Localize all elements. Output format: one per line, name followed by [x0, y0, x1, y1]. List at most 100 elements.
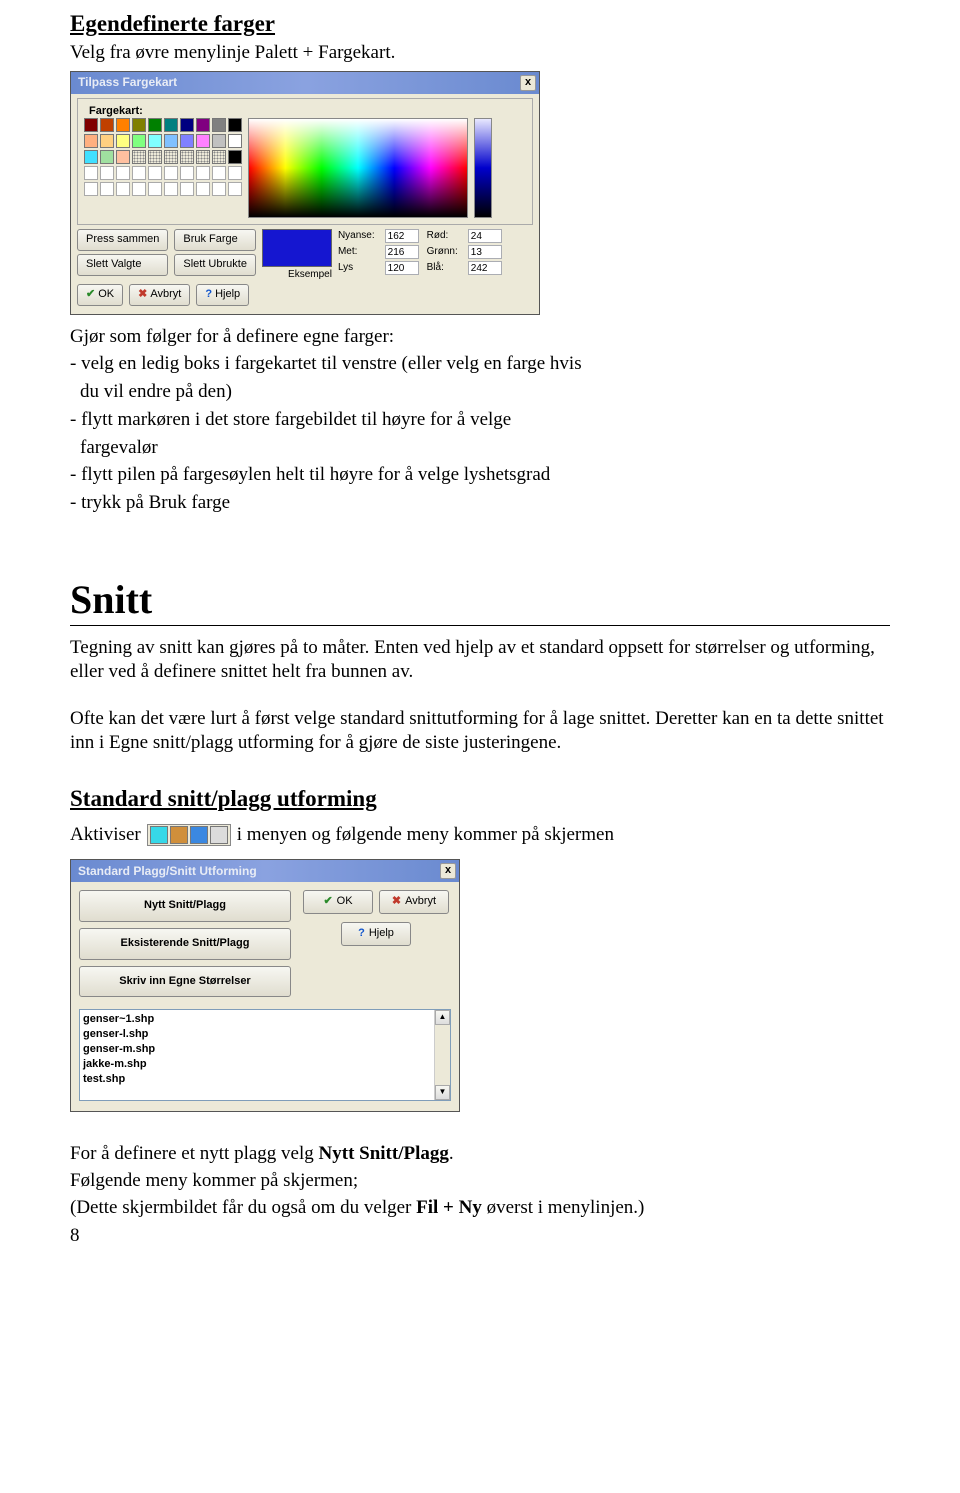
swatch[interactable]	[180, 150, 194, 164]
red-field[interactable]	[468, 229, 502, 243]
trailing-bold: Fil + Ny	[416, 1197, 482, 1218]
scrollbar[interactable]: ▲ ▼	[434, 1010, 450, 1100]
toolbar-icon-group[interactable]	[147, 824, 231, 846]
swatch[interactable]	[212, 150, 226, 164]
swatch[interactable]	[228, 134, 242, 148]
swatch-empty[interactable]	[132, 182, 146, 196]
help-label: Hjelp	[369, 927, 394, 941]
swatch-empty[interactable]	[212, 182, 226, 196]
swatch-empty[interactable]	[180, 166, 194, 180]
shp-file-list[interactable]: genser~1.shp genser-l.shp genser-m.shp j…	[79, 1009, 451, 1101]
sat-field[interactable]	[385, 245, 419, 259]
scroll-up-icon[interactable]: ▲	[435, 1010, 450, 1025]
cancel-icon: ✖	[138, 288, 147, 302]
lum-label: Lys	[338, 262, 375, 275]
swatch[interactable]	[180, 118, 194, 132]
shirt-icon[interactable]	[150, 826, 168, 844]
list-item[interactable]: test.shp	[83, 1072, 431, 1087]
swatch[interactable]	[164, 134, 178, 148]
delete-selected-button[interactable]: Slett Valgte	[77, 254, 168, 276]
help-button[interactable]: ? Hjelp	[196, 284, 249, 306]
swatch[interactable]	[228, 150, 242, 164]
help-button[interactable]: ? Hjelp	[341, 922, 411, 946]
swatch[interactable]	[100, 150, 114, 164]
hue-field[interactable]	[385, 229, 419, 243]
blue-field[interactable]	[468, 261, 502, 275]
new-snitt-button[interactable]: Nytt Snitt/Plagg	[79, 890, 291, 922]
list-item[interactable]: genser-m.shp	[83, 1042, 431, 1057]
swatch-empty[interactable]	[212, 166, 226, 180]
swatch[interactable]	[84, 118, 98, 132]
hue-label: Nyanse:	[338, 230, 375, 243]
luminance-slider[interactable]	[474, 118, 492, 218]
list-item[interactable]: genser~1.shp	[83, 1012, 431, 1027]
swatch-empty[interactable]	[116, 182, 130, 196]
color-swatch-grid[interactable]	[84, 118, 242, 218]
swatch[interactable]	[180, 134, 194, 148]
close-icon[interactable]: x	[440, 863, 456, 879]
swatch-empty[interactable]	[196, 182, 210, 196]
swatch[interactable]	[84, 134, 98, 148]
trailing-line-1: For å definere et nytt plagg velg Nytt S…	[70, 1142, 890, 1166]
snitt-dialog-titlebar[interactable]: Standard Plagg/Snitt Utforming x	[71, 860, 459, 882]
list-item[interactable]: jakke-m.shp	[83, 1057, 431, 1072]
trailing-bold: Nytt Snitt/Plagg	[319, 1143, 449, 1164]
use-color-button[interactable]: Bruk Farge	[174, 229, 256, 251]
swatch-empty[interactable]	[100, 166, 114, 180]
swatch[interactable]	[116, 118, 130, 132]
instructions: Gjør som følger for å definere egne farg…	[70, 325, 890, 515]
press-together-button[interactable]: Press sammen	[77, 229, 168, 251]
swatch-empty[interactable]	[132, 166, 146, 180]
swatch[interactable]	[196, 134, 210, 148]
trailing-text: For å definere et nytt plagg velg	[70, 1143, 319, 1164]
color-spectrum[interactable]	[248, 118, 468, 218]
swatch[interactable]	[100, 134, 114, 148]
swatch[interactable]	[116, 150, 130, 164]
swatch[interactable]	[164, 150, 178, 164]
swatch-empty[interactable]	[84, 182, 98, 196]
swatch[interactable]	[84, 150, 98, 164]
swatch-empty[interactable]	[228, 182, 242, 196]
own-sizes-button[interactable]: Skriv inn Egne Størrelser	[79, 966, 291, 998]
cancel-button[interactable]: ✖ Avbryt	[379, 890, 449, 914]
swatch[interactable]	[148, 150, 162, 164]
swatch-empty[interactable]	[148, 166, 162, 180]
swatch[interactable]	[132, 134, 146, 148]
swatch-empty[interactable]	[196, 166, 210, 180]
cancel-button[interactable]: ✖ Avbryt	[129, 284, 190, 306]
swatch-empty[interactable]	[100, 182, 114, 196]
swatch[interactable]	[196, 150, 210, 164]
swatch[interactable]	[228, 118, 242, 132]
swatch[interactable]	[148, 118, 162, 132]
swatch-empty[interactable]	[180, 182, 194, 196]
swatch[interactable]	[100, 118, 114, 132]
swatch-empty[interactable]	[148, 182, 162, 196]
close-icon[interactable]: x	[520, 75, 536, 91]
color-dialog-titlebar[interactable]: Tilpass Fargekart x	[71, 72, 539, 94]
swatch[interactable]	[212, 118, 226, 132]
lum-field[interactable]	[385, 261, 419, 275]
ok-button[interactable]: ✔ OK	[77, 284, 123, 306]
green-field[interactable]	[468, 245, 502, 259]
swatch[interactable]	[196, 118, 210, 132]
instruction-line: - trykk på Bruk farge	[70, 491, 890, 515]
swatch[interactable]	[164, 118, 178, 132]
list-item[interactable]: genser-l.shp	[83, 1027, 431, 1042]
swatch-empty[interactable]	[164, 166, 178, 180]
scroll-down-icon[interactable]: ▼	[435, 1085, 450, 1100]
reload-icon[interactable]	[210, 826, 228, 844]
skirt-icon[interactable]	[190, 826, 208, 844]
swatch[interactable]	[132, 150, 146, 164]
delete-unused-button[interactable]: Slett Ubrukte	[174, 254, 256, 276]
pants-icon[interactable]	[170, 826, 188, 844]
swatch-empty[interactable]	[84, 166, 98, 180]
existing-snitt-button[interactable]: Eksisterende Snitt/Plagg	[79, 928, 291, 960]
swatch[interactable]	[132, 118, 146, 132]
swatch-empty[interactable]	[164, 182, 178, 196]
swatch[interactable]	[148, 134, 162, 148]
swatch-empty[interactable]	[228, 166, 242, 180]
swatch-empty[interactable]	[116, 166, 130, 180]
ok-button[interactable]: ✔ OK	[303, 890, 373, 914]
swatch[interactable]	[212, 134, 226, 148]
swatch[interactable]	[116, 134, 130, 148]
